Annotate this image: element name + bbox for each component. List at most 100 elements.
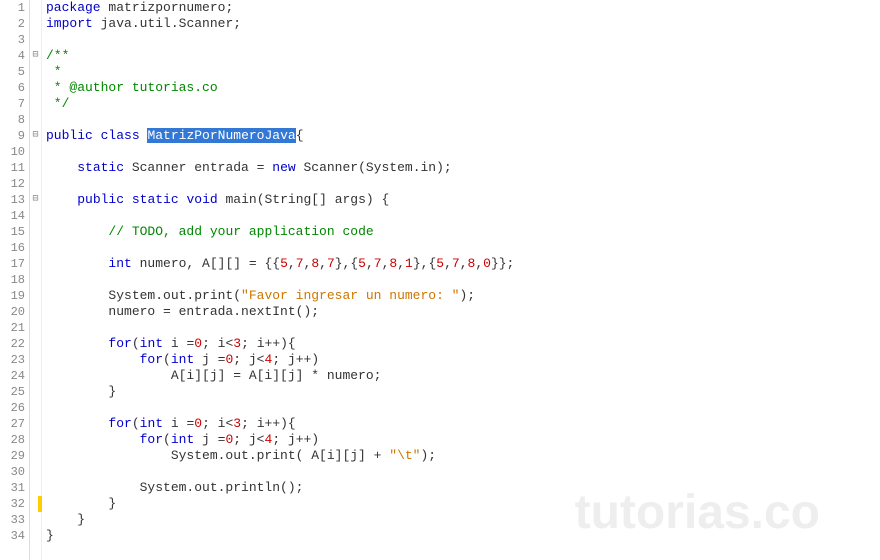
line-number: 11 [0, 160, 25, 176]
code-token: 3 [233, 416, 241, 431]
code-token: matrizpornumero [108, 0, 225, 15]
code-line[interactable]: /** [46, 48, 880, 64]
code-line[interactable]: public class MatrizPorNumeroJava{ [46, 128, 880, 144]
code-line[interactable]: * [46, 64, 880, 80]
code-line[interactable]: System.out.print("Favor ingresar un nume… [46, 288, 880, 304]
code-line[interactable] [46, 400, 880, 416]
code-token: },{ [335, 256, 358, 271]
code-line[interactable]: for(int j =0; j<4; j++) [46, 432, 880, 448]
code-line[interactable]: import java.util.Scanner; [46, 16, 880, 32]
code-line[interactable]: numero = entrada.nextInt(); [46, 304, 880, 320]
code-area[interactable]: package matrizpornumero;import java.util… [42, 0, 880, 560]
fold-cell-empty [30, 208, 41, 224]
code-line[interactable] [46, 176, 880, 192]
code-token: MatrizPorNumeroJava [147, 128, 295, 143]
code-token: int [171, 352, 194, 367]
code-token: 7 [327, 256, 335, 271]
code-line[interactable]: } [46, 384, 880, 400]
code-line[interactable]: int numero, A[][] = {{5,7,8,7},{5,7,8,1}… [46, 256, 880, 272]
fold-toggle-icon[interactable]: ⊟ [30, 48, 41, 64]
fold-cell-empty [30, 256, 41, 272]
code-line[interactable]: for(int j =0; j<4; j++) [46, 352, 880, 368]
code-line[interactable] [46, 32, 880, 48]
code-token: java.util.Scanner; [101, 16, 241, 31]
code-line[interactable] [46, 112, 880, 128]
code-token: 1 [405, 256, 413, 271]
fold-cell-empty [30, 384, 41, 400]
code-token: * @author tutorias.co [46, 80, 218, 95]
code-token [46, 416, 108, 431]
code-line[interactable]: A[i][j] = A[i][j] * numero; [46, 368, 880, 384]
line-number: 14 [0, 208, 25, 224]
code-token: 0 [483, 256, 491, 271]
code-line[interactable] [46, 240, 880, 256]
code-token: class [101, 128, 140, 143]
code-token: public [77, 192, 124, 207]
code-token: ( [132, 336, 140, 351]
code-line[interactable]: for(int i =0; i<3; i++){ [46, 416, 880, 432]
line-number: 2 [0, 16, 25, 32]
code-line[interactable]: System.out.println(); [46, 480, 880, 496]
code-line[interactable]: } [46, 512, 880, 528]
line-number: 24 [0, 368, 25, 384]
code-token [46, 432, 140, 447]
code-line[interactable]: package matrizpornumero; [46, 0, 880, 16]
fold-cell-empty [30, 352, 41, 368]
code-token: ( [163, 352, 171, 367]
code-token: System.out.print( [46, 288, 241, 303]
fold-cell-empty [30, 32, 41, 48]
code-token: { [296, 128, 304, 143]
code-line[interactable] [46, 272, 880, 288]
code-line[interactable]: for(int i =0; i<3; i++){ [46, 336, 880, 352]
code-line[interactable]: static Scanner entrada = new Scanner(Sys… [46, 160, 880, 176]
fold-cell-empty [30, 368, 41, 384]
code-token: public [46, 128, 93, 143]
code-token: ; j< [233, 432, 264, 447]
line-number: 15 [0, 224, 25, 240]
code-line[interactable]: System.out.print( A[i][j] + "\t"); [46, 448, 880, 464]
fold-toggle-icon[interactable]: ⊟ [30, 128, 41, 144]
fold-cell-empty [30, 224, 41, 240]
code-token: i = [163, 336, 194, 351]
line-number: 5 [0, 64, 25, 80]
code-token: "\t" [389, 448, 420, 463]
line-number: 10 [0, 144, 25, 160]
code-token: static [132, 192, 179, 207]
fold-cell-empty [30, 432, 41, 448]
code-token: ; j< [233, 352, 264, 367]
code-line[interactable]: // TODO, add your application code [46, 224, 880, 240]
code-token: Scanner entrada = [124, 160, 272, 175]
line-number: 13 [0, 192, 25, 208]
fold-cell-empty [30, 96, 41, 112]
line-number: 22 [0, 336, 25, 352]
fold-cell-empty [30, 64, 41, 80]
fold-cell-empty [30, 336, 41, 352]
code-token: j = [194, 432, 225, 447]
code-token: , [475, 256, 483, 271]
line-number: 23 [0, 352, 25, 368]
fold-cell-empty [30, 112, 41, 128]
code-line[interactable]: public static void main(String[] args) { [46, 192, 880, 208]
code-line[interactable]: } [46, 528, 880, 544]
line-number: 31 [0, 480, 25, 496]
code-editor[interactable]: 1234567891011121314151617181920212223242… [0, 0, 880, 560]
line-number: 19 [0, 288, 25, 304]
code-line[interactable]: */ [46, 96, 880, 112]
code-line[interactable] [46, 464, 880, 480]
code-token: System.out.print( A[i][j] + [46, 448, 389, 463]
fold-column[interactable]: ⊟ ⊟ ⊟ [30, 0, 42, 560]
fold-toggle-icon[interactable]: ⊟ [30, 192, 41, 208]
fold-cell-empty [30, 480, 41, 496]
code-token: ); [420, 448, 436, 463]
line-number: 1 [0, 0, 25, 16]
code-token: ; j++) [272, 432, 319, 447]
code-line[interactable] [46, 144, 880, 160]
code-line[interactable]: } [46, 496, 880, 512]
code-line[interactable] [46, 320, 880, 336]
code-line[interactable]: * @author tutorias.co [46, 80, 880, 96]
fold-cell-empty [30, 176, 41, 192]
code-token: },{ [413, 256, 436, 271]
code-line[interactable] [46, 208, 880, 224]
code-token: 0 [194, 336, 202, 351]
fold-cell-empty [30, 144, 41, 160]
